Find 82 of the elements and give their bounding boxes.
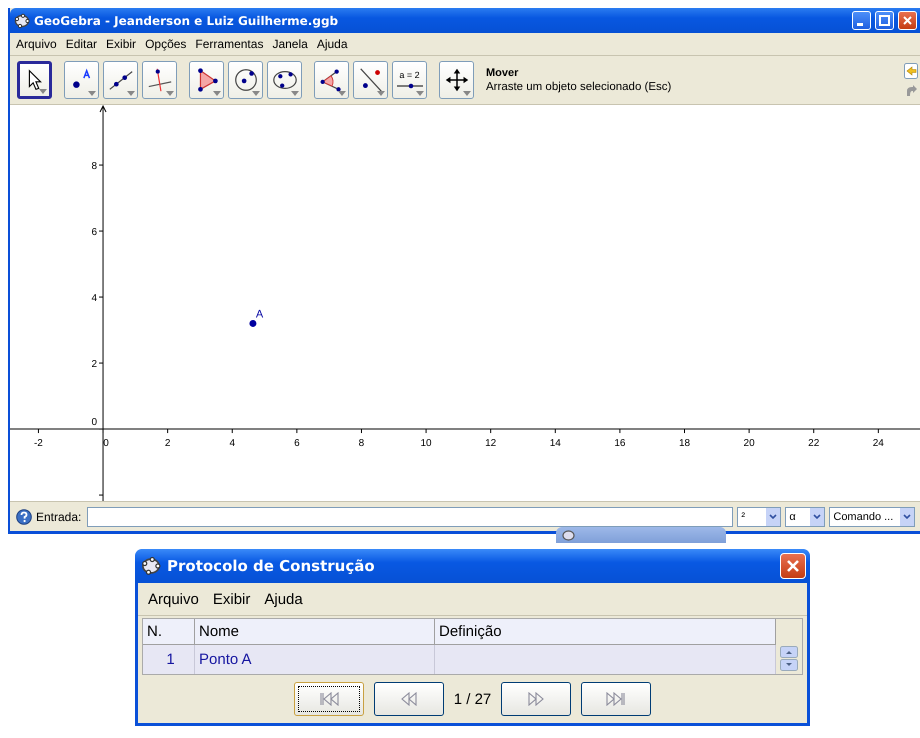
menu-item[interactable]: Ferramentas bbox=[195, 37, 264, 51]
point-label: A bbox=[256, 308, 264, 320]
tick-label: 16 bbox=[614, 438, 626, 450]
column-header[interactable]: Definição bbox=[435, 619, 776, 645]
tick-label: 22 bbox=[808, 438, 820, 450]
close-button[interactable] bbox=[898, 11, 917, 30]
maximize-icon bbox=[879, 15, 890, 26]
first-step-icon bbox=[318, 692, 340, 706]
input-label: Entrada: bbox=[36, 510, 82, 524]
scroll-up-icon[interactable] bbox=[780, 646, 798, 658]
table-cell: 1 bbox=[143, 645, 195, 674]
tick-label: 4 bbox=[229, 438, 236, 450]
maximize-button[interactable] bbox=[875, 11, 894, 30]
tick-label: 10 bbox=[420, 438, 432, 450]
close-icon bbox=[902, 15, 913, 26]
minimize-button[interactable] bbox=[852, 11, 871, 30]
menu-item[interactable]: Arquivo bbox=[16, 37, 57, 51]
tick-label: 2 bbox=[164, 438, 170, 450]
column-header[interactable]: N. bbox=[143, 619, 195, 645]
perpendicular-line-icon bbox=[146, 66, 174, 94]
tick-label: 14 bbox=[550, 438, 561, 450]
app-icon bbox=[14, 12, 30, 28]
tool-name: Mover bbox=[486, 67, 520, 79]
tool-button[interactable] bbox=[439, 61, 474, 99]
tick-label: 0 bbox=[91, 417, 98, 428]
next-step-button[interactable] bbox=[501, 682, 572, 716]
tool-button[interactable] bbox=[189, 61, 224, 99]
close-button[interactable] bbox=[780, 553, 806, 579]
menu-item[interactable]: Editar bbox=[66, 37, 98, 51]
tool-button[interactable] bbox=[64, 61, 99, 99]
input-field[interactable] bbox=[87, 506, 734, 526]
tool-button[interactable] bbox=[142, 61, 177, 99]
app-icon bbox=[141, 556, 161, 576]
tick-label: 20 bbox=[744, 438, 755, 450]
last-step-icon bbox=[605, 692, 628, 706]
tick-label: 8 bbox=[358, 438, 364, 450]
tool-button[interactable] bbox=[353, 61, 388, 99]
tick-label: 12 bbox=[485, 438, 496, 450]
tool-button[interactable] bbox=[314, 61, 349, 99]
tool-button[interactable] bbox=[228, 61, 263, 99]
menu-item[interactable]: Exibir bbox=[106, 37, 136, 51]
undo-icon[interactable] bbox=[904, 62, 918, 78]
table-cell: Ponto A bbox=[195, 645, 435, 674]
app-icon bbox=[562, 528, 575, 542]
tick-label: 6 bbox=[294, 438, 300, 450]
step-counter: 1 / 27 bbox=[454, 690, 492, 708]
point[interactable] bbox=[249, 320, 256, 327]
menu-item[interactable]: Arquivo bbox=[148, 590, 199, 608]
minimize-icon bbox=[857, 23, 863, 26]
window-title: Protocolo de Construção bbox=[167, 557, 376, 575]
tool-button[interactable]: a = 2 bbox=[392, 61, 427, 99]
caret-icon bbox=[766, 508, 780, 526]
dropdown[interactable]: Comando ... bbox=[829, 506, 916, 526]
menu-item[interactable]: Ajuda bbox=[316, 37, 348, 51]
tool-button[interactable] bbox=[267, 61, 302, 99]
menu-item[interactable]: Ajuda bbox=[264, 590, 303, 608]
close-icon bbox=[785, 558, 801, 574]
dropdown[interactable]: α bbox=[785, 506, 826, 526]
first-step-button[interactable] bbox=[294, 682, 364, 716]
window-title: GeoGebra - Jeanderson e Luiz Guilherme.ggb bbox=[34, 14, 340, 28]
tick-label: 0 bbox=[103, 438, 109, 450]
tool-button[interactable] bbox=[103, 61, 138, 99]
tick-label: 24 bbox=[872, 438, 884, 450]
menu-item[interactable]: Exibir bbox=[212, 590, 250, 608]
previous-step-button[interactable] bbox=[374, 682, 444, 716]
tick-label: 8 bbox=[91, 161, 98, 172]
help-icon[interactable] bbox=[16, 508, 32, 524]
tool-help: Arraste um objeto selecionado (Esc) bbox=[486, 81, 672, 93]
tick-label: 6 bbox=[91, 227, 98, 238]
scroll-down-icon[interactable] bbox=[780, 659, 798, 671]
menu-item[interactable]: Janela bbox=[272, 37, 308, 51]
dropdown[interactable]: ² bbox=[737, 506, 782, 526]
tick-label: 2 bbox=[91, 359, 98, 370]
column-header[interactable]: Nome bbox=[195, 619, 435, 645]
menu-item[interactable]: Opções bbox=[145, 37, 186, 51]
caret-icon bbox=[810, 508, 824, 526]
caret-icon bbox=[900, 508, 914, 526]
tick-label: -2 bbox=[34, 438, 43, 450]
tick-label: 18 bbox=[678, 438, 690, 450]
last-step-button[interactable] bbox=[581, 682, 652, 716]
tool-button[interactable] bbox=[17, 61, 52, 99]
tick-label: 4 bbox=[91, 293, 98, 304]
